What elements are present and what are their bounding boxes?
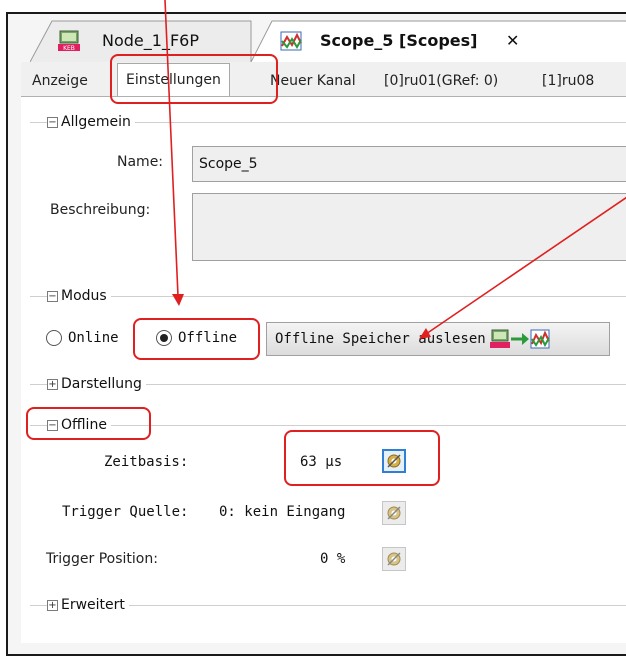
group-erweitert-header[interactable]: + Erweitert bbox=[47, 597, 129, 613]
name-label: Name: bbox=[117, 154, 164, 170]
highlight-offline-radio bbox=[133, 318, 260, 360]
group-modus-header[interactable]: − Modus bbox=[47, 288, 111, 304]
trigger-quelle-label: Trigger Quelle: bbox=[62, 504, 189, 520]
trigger-quelle-edit-button[interactable] bbox=[382, 501, 406, 525]
doc-tab-scope[interactable]: Scope_5 [Scopes] ✕ bbox=[250, 20, 626, 64]
description-label: Beschreibung: bbox=[50, 202, 151, 218]
group-allgemein-header[interactable]: − Allgemein bbox=[47, 114, 135, 130]
scope-chart-icon bbox=[530, 329, 550, 349]
tab-channel-0[interactable]: [0]ru01(GRef: 0) bbox=[376, 66, 506, 96]
svg-text:KEB: KEB bbox=[63, 45, 75, 52]
zeitbasis-label: Zeitbasis: bbox=[104, 454, 189, 470]
keb-device-icon: KEB bbox=[58, 30, 80, 52]
expand-icon[interactable]: + bbox=[47, 378, 58, 390]
group-darstellung-header[interactable]: + Darstellung bbox=[47, 376, 146, 392]
highlight-zeitbasis bbox=[284, 430, 440, 486]
read-offline-memory-label: Offline Speicher auslesen bbox=[275, 331, 486, 347]
scope-chart-icon bbox=[280, 31, 302, 51]
description-input[interactable] bbox=[192, 193, 626, 261]
tab-anzeige[interactable]: Anzeige bbox=[24, 66, 96, 96]
radio-online[interactable]: Online bbox=[46, 330, 119, 346]
highlight-einstellungen-tab bbox=[110, 54, 278, 104]
radio-online-circle[interactable] bbox=[46, 330, 62, 346]
trigger-position-edit-button[interactable] bbox=[382, 547, 406, 571]
gear-icon bbox=[387, 506, 401, 520]
doc-tab-scope-label: Scope_5 [Scopes] bbox=[320, 31, 478, 50]
group-separator bbox=[30, 296, 626, 297]
gear-icon bbox=[387, 552, 401, 566]
trigger-quelle-value: 0: kein Eingang bbox=[219, 504, 346, 520]
name-input[interactable]: Scope_5 bbox=[192, 146, 626, 182]
read-offline-memory-button[interactable]: Offline Speicher auslesen bbox=[266, 322, 610, 356]
expand-icon[interactable]: + bbox=[47, 599, 58, 611]
group-darstellung-title: Darstellung bbox=[61, 376, 142, 392]
tab-channel-1[interactable]: [1]ru08 bbox=[534, 66, 602, 96]
keb-device-icon bbox=[489, 329, 510, 349]
collapse-icon[interactable]: − bbox=[47, 290, 58, 302]
trigger-position-value: 0 % bbox=[320, 551, 346, 567]
radio-online-label: Online bbox=[68, 330, 119, 346]
highlight-offline-group bbox=[26, 407, 151, 440]
trigger-position-label: Trigger Position: bbox=[46, 551, 158, 567]
group-modus-title: Modus bbox=[61, 288, 107, 304]
collapse-icon[interactable]: − bbox=[47, 116, 58, 128]
doc-tab-node-label: Node_1_F6P bbox=[102, 31, 199, 50]
group-allgemein-title: Allgemein bbox=[61, 114, 131, 130]
group-erweitert-title: Erweitert bbox=[61, 597, 125, 613]
close-tab-button[interactable]: ✕ bbox=[506, 31, 519, 50]
arrow-right-icon bbox=[510, 332, 530, 346]
